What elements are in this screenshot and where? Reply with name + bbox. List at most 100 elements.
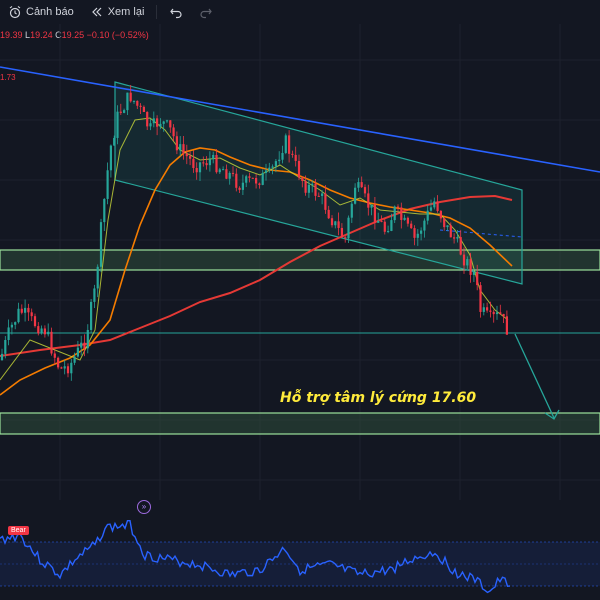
candle-body xyxy=(363,187,367,194)
candle-body xyxy=(43,328,46,335)
candle-body xyxy=(129,92,132,102)
candle-body xyxy=(288,135,291,154)
bear-badge: Bear xyxy=(8,526,29,535)
candle-body xyxy=(106,170,109,199)
candle-body xyxy=(24,307,27,313)
candle-body xyxy=(301,177,304,181)
candle-body xyxy=(314,183,317,196)
replay-label: Xem lại xyxy=(107,6,145,18)
candle-body xyxy=(146,111,149,127)
oscillator-panel[interactable] xyxy=(0,520,600,600)
candle-body xyxy=(400,207,403,220)
candle-body xyxy=(86,329,89,349)
candle-body xyxy=(0,353,4,360)
candle-body xyxy=(162,121,165,124)
candle-body xyxy=(245,176,248,183)
candle-body xyxy=(360,182,363,188)
candle-body xyxy=(192,158,195,168)
candle-body xyxy=(393,206,396,221)
candle-body xyxy=(76,347,79,357)
candle-body xyxy=(195,167,198,173)
candle-body xyxy=(50,331,53,354)
candle-body xyxy=(410,223,413,229)
candle-body xyxy=(413,228,416,238)
undo-button[interactable] xyxy=(161,0,191,24)
replay-icon[interactable]: » xyxy=(137,500,151,514)
candle-body xyxy=(429,207,433,211)
candle-body xyxy=(152,118,155,124)
candle-body xyxy=(142,106,145,112)
candle-body xyxy=(53,353,56,358)
candle-body xyxy=(469,259,472,275)
candle-body xyxy=(212,154,215,160)
candle-body xyxy=(185,153,188,157)
candle-body xyxy=(225,169,228,179)
candle-body xyxy=(264,170,268,174)
candle-body xyxy=(502,313,505,317)
candle-body xyxy=(99,222,103,267)
undo-icon xyxy=(169,5,183,19)
candle-body xyxy=(486,307,489,311)
candle-body xyxy=(248,176,251,178)
candle-body xyxy=(327,209,330,219)
candle-body xyxy=(258,183,261,185)
alarm-clock-icon xyxy=(8,5,22,19)
candle-body xyxy=(37,326,40,334)
candle-body xyxy=(446,225,449,228)
candle-body xyxy=(251,177,254,179)
candle-body xyxy=(426,210,429,221)
candle-body xyxy=(132,100,136,102)
candle-body xyxy=(116,111,119,138)
candle-body xyxy=(235,173,238,188)
candle-body xyxy=(354,187,357,204)
candle-body xyxy=(205,163,208,166)
candle-body xyxy=(271,166,274,168)
alert-button[interactable]: Cảnh báo xyxy=(0,0,82,24)
candle-body xyxy=(330,218,334,226)
candle-body xyxy=(297,160,301,178)
candle-body xyxy=(175,136,178,151)
candle-body xyxy=(60,367,63,369)
candle-body xyxy=(63,366,66,369)
candle-body xyxy=(17,308,20,323)
candle-body xyxy=(284,135,287,153)
candle-body xyxy=(499,312,502,314)
candle-body xyxy=(423,220,426,231)
candle-body xyxy=(370,204,373,208)
candle-body xyxy=(27,307,30,313)
candle-body xyxy=(165,120,169,122)
candle-body xyxy=(489,310,492,312)
candle-body xyxy=(139,105,142,107)
toolbar-divider xyxy=(156,5,158,19)
candle-body xyxy=(4,340,7,354)
replay-button[interactable]: Xem lại xyxy=(82,0,153,24)
candle-body xyxy=(433,201,436,208)
candle-body xyxy=(367,193,370,208)
candle-body xyxy=(231,172,235,174)
price-chart[interactable] xyxy=(0,24,600,500)
candle-body xyxy=(466,259,469,266)
redo-button[interactable] xyxy=(191,0,221,24)
candle-body xyxy=(291,153,294,155)
candle-body xyxy=(439,210,442,219)
candle-body xyxy=(228,172,231,179)
candle-body xyxy=(505,316,508,335)
candle-body xyxy=(317,195,320,197)
candle-body xyxy=(73,356,76,363)
candle-body xyxy=(380,220,383,222)
candle-body xyxy=(261,173,264,185)
candle-body xyxy=(406,217,409,224)
candle-body xyxy=(443,218,446,228)
candle-body xyxy=(179,144,182,151)
candle-body xyxy=(113,137,116,146)
projection-arrow xyxy=(514,333,555,419)
candle-body xyxy=(479,285,482,312)
candle-body xyxy=(373,204,376,223)
candle-body xyxy=(347,217,350,239)
candle-body xyxy=(156,118,159,127)
candle-body xyxy=(357,182,360,188)
candle-body xyxy=(182,144,185,154)
candle-body xyxy=(255,178,258,184)
candle-body xyxy=(390,220,393,231)
redo-icon xyxy=(199,5,213,19)
